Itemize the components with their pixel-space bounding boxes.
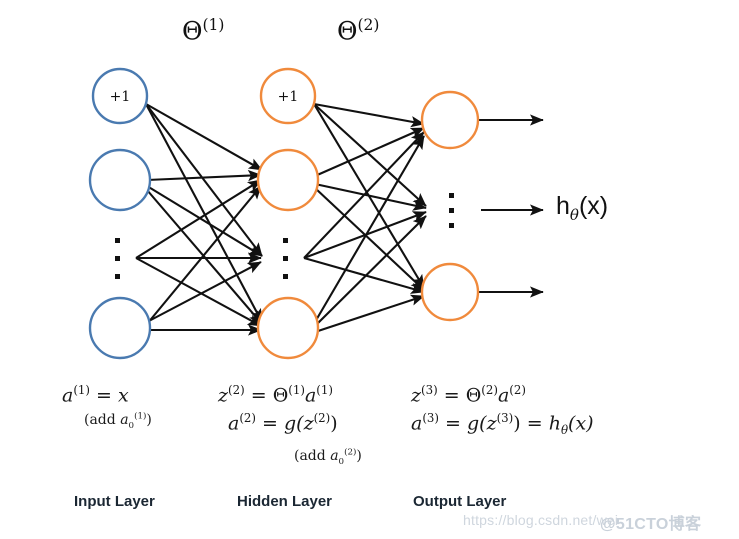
hidden-node-1 <box>256 148 320 212</box>
input-formula-rest: = x <box>90 384 129 407</box>
output-node-1 <box>420 90 480 150</box>
input-formula-a0: a <box>120 411 129 428</box>
theta-2-symbol: Θ <box>337 16 358 46</box>
output-formula-a: a <box>497 384 510 407</box>
hidden-formula-add-close: ) <box>356 447 362 464</box>
hypothesis-argument: (x) <box>578 192 609 220</box>
input-node-n <box>88 296 152 360</box>
output-formula2-h: h <box>548 412 561 435</box>
output-arrows <box>479 114 544 298</box>
hidden-formula2-a: a <box>228 412 240 435</box>
caption-input-layer: Input Layer <box>74 493 155 510</box>
hidden-formula-a-sup: (1) <box>316 383 333 397</box>
neural-network-diagram: +1 +1 Θ(1) Θ(2) hθ(x) a(1) = x (add a0(1… <box>0 0 739 539</box>
hidden-layer-nodes: +1 <box>256 67 320 360</box>
output-formula-line-2: a(3) = g(z(3)) = hθ(x) <box>411 410 594 439</box>
output-formula2-z: z <box>486 412 497 435</box>
input-formula-a0-sub: 0 <box>128 420 135 431</box>
input-node-1 <box>88 148 152 212</box>
input-formula-a0-sup: (1) <box>134 411 147 422</box>
output-formula2-a-sup: (3) <box>422 410 439 425</box>
hidden-formula-z: z <box>218 384 229 407</box>
output-formula2-close1: ) = <box>513 412 549 435</box>
hidden-formula-add-open: (add <box>294 447 331 464</box>
output-node-n <box>420 262 480 322</box>
hidden-layer-ellipsis <box>283 238 288 279</box>
theta-2-label: Θ(2) <box>337 16 380 46</box>
hidden-layer-formulas: z(2) = Θ(1)a(1) a(2) = g(z(2)) (add a0(2… <box>218 382 362 468</box>
theta-1-label: Θ(1) <box>182 16 225 46</box>
output-formula-theta-sup: (2) <box>481 383 498 397</box>
output-formula2-z-sup: (3) <box>496 410 514 425</box>
output-formula-eq: = <box>437 384 466 407</box>
hidden-formula2-close: ) <box>330 412 338 435</box>
input-formula-line-1: a(1) = x <box>62 382 152 410</box>
output-layer-ellipsis <box>449 193 454 228</box>
theta-2-superscript: (2) <box>357 16 380 34</box>
theta-1-symbol: Θ <box>182 16 203 46</box>
hidden-formula-a0-sub: 0 <box>338 456 345 467</box>
network-svg: +1 +1 <box>88 67 544 360</box>
input-layer-ellipsis <box>115 238 120 279</box>
output-formula-line-1: z(3) = Θ(2)a(2) <box>411 382 594 410</box>
caption-hidden-layer: Hidden Layer <box>237 493 333 510</box>
hidden-formula-a0: a <box>330 447 339 464</box>
input-formula-line-2: (add a0(1)) <box>62 410 152 432</box>
edges-input-to-hidden <box>135 103 263 336</box>
hidden-formula-line-2: a(2) = g(z(2)) <box>218 410 362 438</box>
input-layer-nodes: +1 <box>88 67 152 360</box>
output-formula2-a: a <box>411 412 423 435</box>
output-formula-a-sup: (2) <box>509 383 526 397</box>
hidden-formula-theta: Θ <box>272 384 289 407</box>
hidden-node-n <box>256 296 320 360</box>
hidden-formula2-z: z <box>303 412 314 435</box>
input-formula-a: a <box>62 384 74 407</box>
hidden-formula-a: a <box>304 384 317 407</box>
hypothesis-theta-subscript: θ <box>569 206 579 224</box>
output-formula-z: z <box>411 384 422 407</box>
hidden-formula2-a-sup: (2) <box>239 410 256 425</box>
hidden-formula-line-3: (add a0(2)) <box>218 438 362 468</box>
theta-1-superscript: (1) <box>202 16 225 34</box>
hidden-formula2-z-sup: (2) <box>313 410 331 425</box>
hidden-node-bias-label: +1 <box>278 89 299 105</box>
output-formula2-h-sub: θ <box>560 423 569 437</box>
output-layer-formulas: z(3) = Θ(2)a(2) a(3) = g(z(3)) = hθ(x) <box>411 382 594 439</box>
output-formula2-eq1: = g( <box>439 412 487 435</box>
input-formula-a-sup: (1) <box>73 383 90 397</box>
output-formula-z-sup: (3) <box>421 383 438 397</box>
input-formula-add-close: ) <box>146 411 152 428</box>
output-formula-theta: Θ <box>465 384 482 407</box>
input-formula-add-open: (add <box>84 411 121 428</box>
input-layer-formulas: a(1) = x (add a0(1)) <box>62 382 152 432</box>
hypothesis-label: hθ(x) <box>556 194 608 223</box>
hypothesis-h: h <box>556 192 570 220</box>
hidden-formula-eq: = <box>244 384 273 407</box>
hidden-formula-z-sup: (2) <box>228 383 245 397</box>
caption-output-layer: Output Layer <box>413 493 507 510</box>
output-layer-nodes <box>420 90 480 322</box>
hidden-formula-line-1: z(2) = Θ(1)a(1) <box>218 382 362 410</box>
output-formula2-close2: (x) <box>568 412 594 435</box>
edges-hidden-to-output <box>303 102 427 333</box>
input-node-bias-label: +1 <box>110 89 131 105</box>
hidden-formula2-eq: = g( <box>256 412 304 435</box>
hidden-formula-theta-sup: (1) <box>288 383 305 397</box>
hidden-formula-a0-sup: (2) <box>344 447 357 458</box>
